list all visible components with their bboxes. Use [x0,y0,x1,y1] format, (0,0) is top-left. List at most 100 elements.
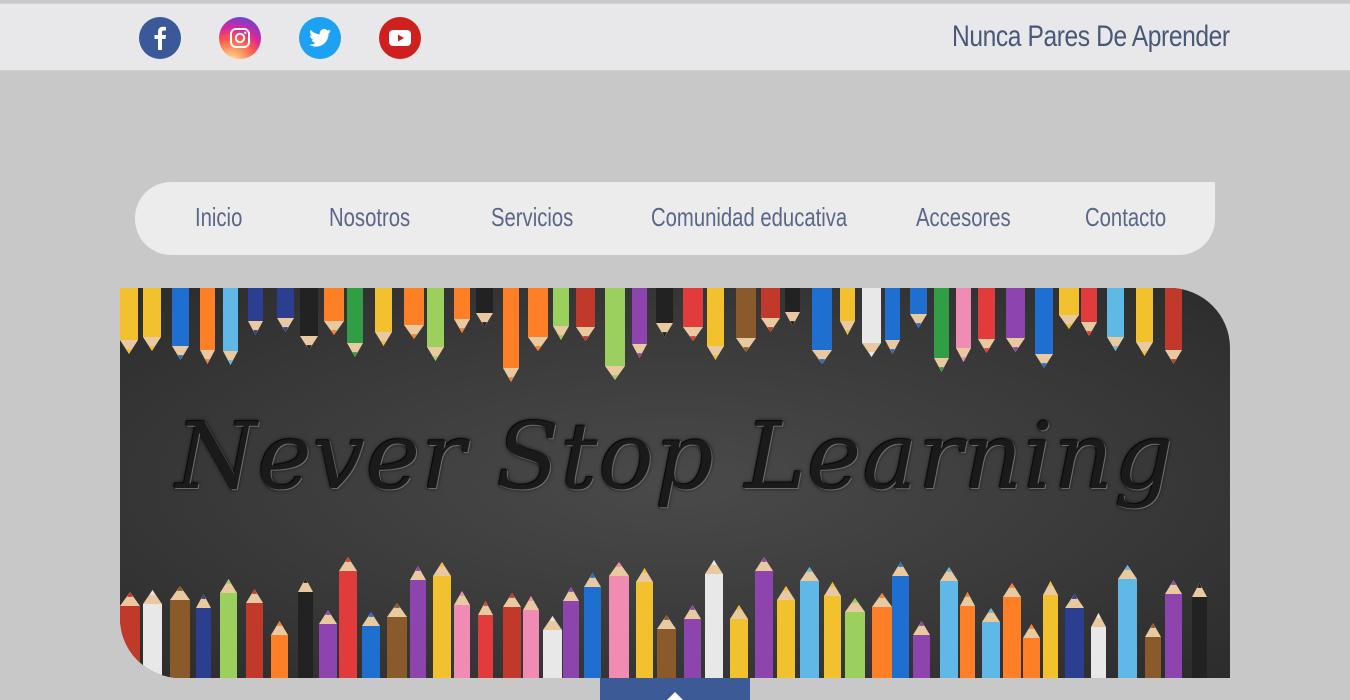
chevron-up-icon [667,692,683,700]
pencil [120,288,138,354]
nav-item-contacto[interactable]: Contacto [1085,202,1166,233]
pencil [800,567,819,678]
pencil [1023,624,1040,678]
pencil [319,610,337,678]
pencil [755,557,773,678]
pencil [1107,288,1124,351]
pencil [503,288,519,382]
pencil [1165,580,1182,678]
pencil [143,590,162,678]
pencil [523,596,539,678]
pencil [478,601,493,678]
pencil [277,288,294,332]
pencil [761,288,780,332]
pencil [246,589,263,678]
pencil [248,288,263,335]
pencil [300,288,318,350]
pencil [543,616,562,678]
pencil [705,560,723,678]
nav-item-accesores[interactable]: Accesores [916,202,1011,233]
nav-item-servicios[interactable]: Servicios [491,202,573,233]
pencil [347,288,363,357]
pencil [410,566,426,678]
pencil [196,594,211,678]
pencil [1081,288,1097,336]
facebook-icon [154,26,166,50]
pencil [1065,594,1084,678]
pencil [940,567,958,678]
pencil [910,288,927,328]
youtube-link[interactable] [379,17,421,59]
pencil [605,288,625,380]
pencil [454,288,470,333]
twitter-link[interactable] [299,17,341,59]
pencil [777,586,795,678]
pencil [872,593,892,678]
pencil [1145,623,1161,678]
youtube-icon [389,30,411,46]
pencil [375,288,392,346]
pencil [427,288,444,361]
pencil [271,621,288,678]
pencil [730,605,748,678]
pencil [824,582,841,678]
pencil [387,603,407,678]
pencil [433,562,451,678]
pencil [1091,613,1106,678]
pencil [454,591,470,678]
pencil [885,288,900,354]
twitter-icon [309,29,331,47]
pencil [956,288,971,362]
pencil [143,288,161,351]
pencil [553,288,569,340]
nav-item-inicio[interactable]: Inicio [195,202,242,233]
pencil [1006,288,1025,352]
nav-item-comunidad-educativa[interactable]: Comunidad educativa [651,202,847,233]
nav-item-nosotros[interactable]: Nosotros [329,202,410,233]
pencil [503,593,521,678]
instagram-icon [230,28,250,48]
pencil [584,573,601,678]
pencil [1136,288,1153,356]
pencil [362,612,380,678]
pencil [960,592,975,678]
pencil [913,621,930,678]
pencil [563,587,579,678]
pencil [404,288,424,339]
instagram-link[interactable] [219,17,261,59]
pencil [862,288,881,357]
pencil [982,608,1000,678]
hero-banner: Never Stop Learning [120,288,1230,678]
pencil [223,288,238,365]
pencil [1192,583,1207,678]
pencil [736,288,756,352]
pencil [636,568,653,678]
pencil [170,586,190,678]
pencil [934,288,949,372]
pencil [657,615,676,678]
pencil [609,562,629,678]
pencil [785,288,800,326]
pencil [339,557,357,678]
pencil [1165,288,1182,364]
top-bar: Nunca Pares De Aprender [0,3,1350,71]
pencil [1118,565,1137,678]
pencil [1043,581,1058,678]
pencil [220,579,237,678]
pencil [528,288,548,351]
pencil [1035,288,1053,368]
pencil [684,605,701,678]
pencil [1003,583,1021,678]
site-title: Nunca Pares De Aprender [952,20,1230,53]
main-nav: Inicio Nosotros Servicios Comunidad educ… [135,182,1215,255]
pencil [576,288,595,341]
pencil [200,288,215,364]
scroll-to-top-button[interactable] [600,678,750,700]
pencil [120,592,140,678]
pencil [298,578,313,678]
pencil [656,288,673,337]
facebook-link[interactable] [139,17,181,59]
pencil [324,288,344,335]
pencil [632,288,647,358]
pencil [812,288,832,364]
